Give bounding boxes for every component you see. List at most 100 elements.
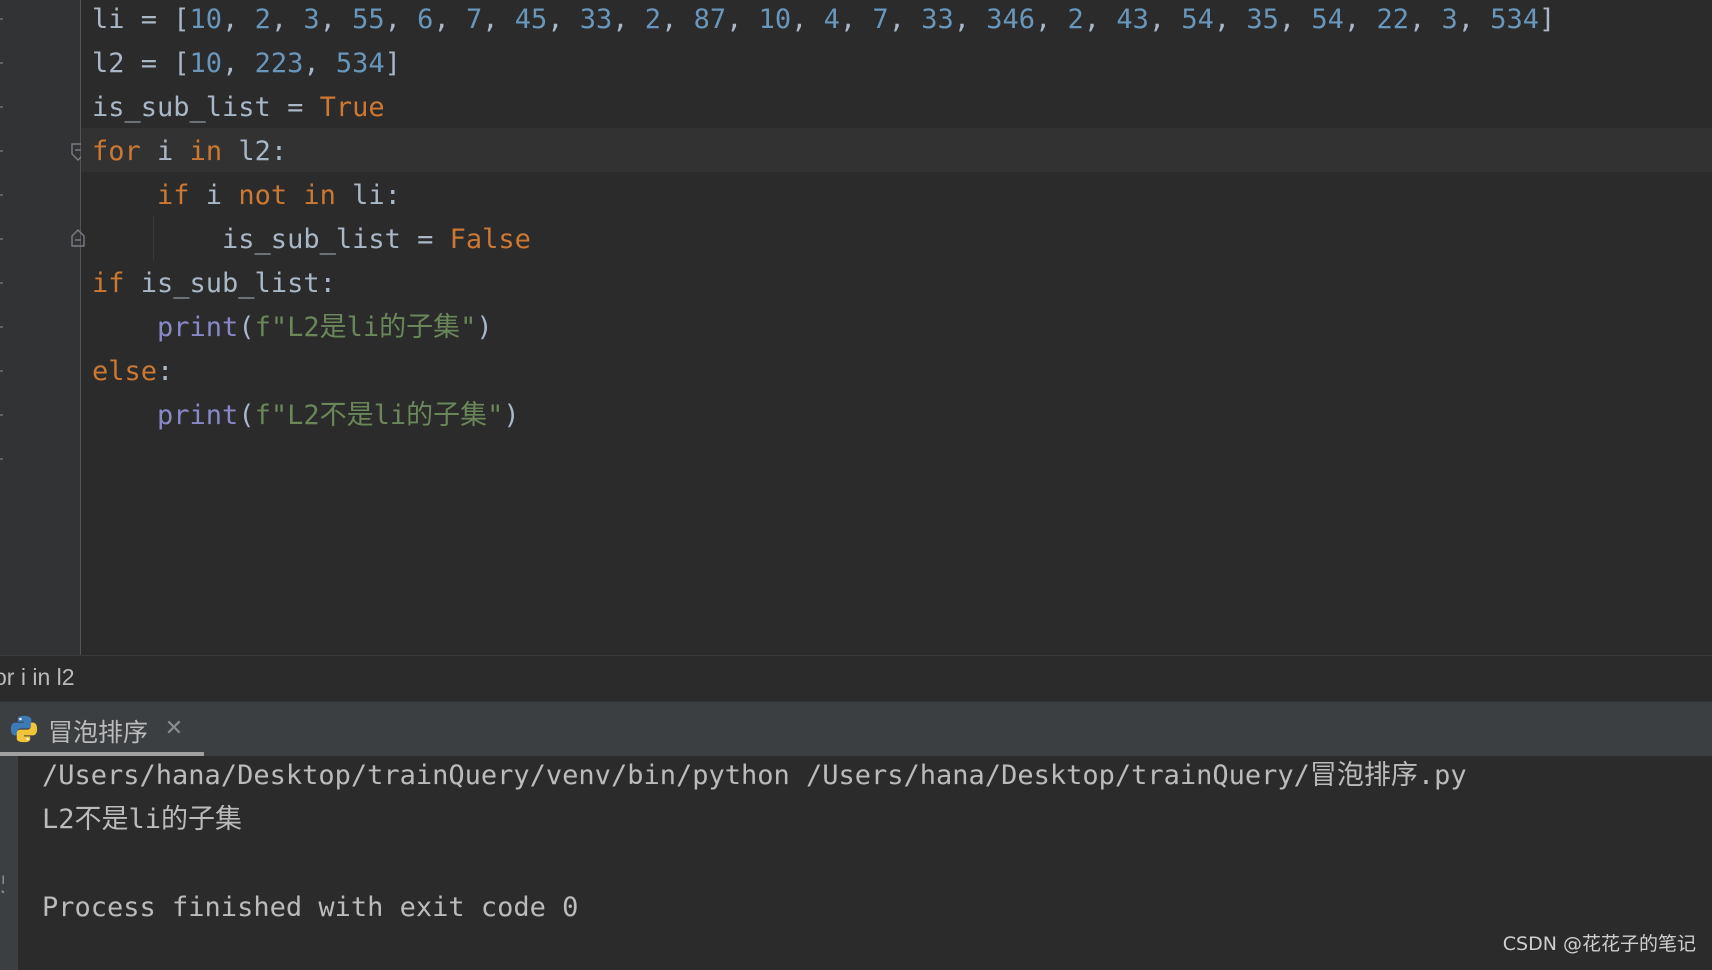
code-token: f"L2是li的子集" bbox=[254, 312, 477, 343]
python-icon bbox=[10, 715, 38, 743]
code-token: 22 bbox=[1376, 4, 1409, 35]
code-token: , bbox=[319, 4, 353, 35]
gutter-tick bbox=[0, 150, 3, 152]
run-tab[interactable]: 冒泡排序 ✕ bbox=[0, 702, 204, 757]
close-icon[interactable]: ✕ bbox=[163, 718, 185, 740]
code-token: ) bbox=[476, 312, 493, 343]
code-token: is_sub_list: bbox=[124, 268, 336, 299]
code-token: , bbox=[839, 4, 873, 35]
code-token: ) bbox=[503, 400, 520, 431]
code-line[interactable]: print(f"L2是li的子集") bbox=[92, 308, 493, 352]
current-line-highlight bbox=[81, 128, 1712, 172]
code-token: 10 bbox=[189, 4, 223, 35]
code-token: 45 bbox=[514, 4, 548, 35]
gutter-tick bbox=[0, 18, 3, 20]
code-token: 223 bbox=[254, 48, 304, 79]
code-token: 2 bbox=[254, 4, 271, 35]
code-token: , bbox=[953, 4, 987, 35]
gutter-tick bbox=[0, 458, 3, 460]
code-token: 33 bbox=[579, 4, 613, 35]
gutter-tick bbox=[0, 326, 3, 328]
code-token: , bbox=[1213, 4, 1247, 35]
code-token: in bbox=[189, 136, 223, 167]
breadcrumb-item[interactable]: or i in l2 bbox=[0, 664, 75, 691]
code-token: is_sub_list = bbox=[92, 224, 450, 255]
code-token: , bbox=[612, 4, 645, 35]
run-console[interactable]: 5 /Users/hana/Desktop/trainQuery/venv/bi… bbox=[0, 756, 1712, 970]
code-line[interactable]: if is_sub_list: bbox=[92, 264, 336, 308]
code-token: if bbox=[92, 268, 125, 299]
gutter-tick bbox=[0, 194, 3, 196]
gutter-tick bbox=[0, 414, 3, 416]
code-token: 33 bbox=[921, 4, 954, 35]
console-gutter-mark: 5 bbox=[0, 874, 4, 896]
code-token: , bbox=[433, 4, 466, 35]
code-token: , bbox=[1083, 4, 1117, 35]
code-token: , bbox=[1457, 4, 1491, 35]
code-token: 7 bbox=[872, 4, 889, 35]
code-token: 346 bbox=[986, 4, 1036, 35]
code-token: f"L2不是li的子集" bbox=[254, 400, 504, 431]
breadcrumb: or i in l2 bbox=[0, 655, 1712, 701]
code-line[interactable]: if i not in li: bbox=[92, 176, 401, 220]
run-tab-label: 冒泡排序 bbox=[48, 718, 149, 747]
code-token: 2 bbox=[1067, 4, 1084, 35]
code-token: ] bbox=[384, 48, 401, 79]
console-line: /Users/hana/Desktop/trainQuery/venv/bin/… bbox=[42, 760, 1467, 791]
ide-window: li = [10, 2, 3, 55, 6, 7, 45, 33, 2, 87,… bbox=[0, 0, 1712, 970]
code-line[interactable]: is_sub_list = False bbox=[92, 220, 531, 264]
code-token: 6 bbox=[417, 4, 434, 35]
code-line[interactable]: l2 = [10, 223, 534] bbox=[92, 44, 401, 88]
code-token: li = [ bbox=[92, 4, 190, 35]
code-editor[interactable]: li = [10, 2, 3, 55, 6, 7, 45, 33, 2, 87,… bbox=[0, 0, 1712, 655]
run-tab-bar: 冒泡排序 ✕ bbox=[0, 701, 1712, 757]
console-line: Process finished with exit code 0 bbox=[42, 892, 579, 923]
code-token: else bbox=[92, 356, 158, 387]
code-token: 3 bbox=[303, 4, 320, 35]
code-token: 4 bbox=[823, 4, 840, 35]
code-token: , bbox=[888, 4, 922, 35]
code-token: : bbox=[157, 356, 174, 387]
editor-gutter[interactable] bbox=[0, 0, 85, 655]
gutter-tick bbox=[0, 370, 3, 372]
code-line[interactable]: print(f"L2不是li的子集") bbox=[92, 396, 520, 440]
code-token: in bbox=[303, 180, 336, 211]
code-token: 87 bbox=[693, 4, 727, 35]
gutter-tick bbox=[0, 106, 3, 108]
code-line[interactable]: li = [10, 2, 3, 55, 6, 7, 45, 33, 2, 87,… bbox=[92, 0, 1555, 44]
code-token: 35 bbox=[1246, 4, 1279, 35]
code-token: 43 bbox=[1116, 4, 1149, 35]
code-token: l2 = [ bbox=[92, 48, 190, 79]
code-token: is_sub_list = bbox=[92, 92, 320, 123]
code-token: print bbox=[157, 400, 239, 431]
gutter-tick bbox=[0, 62, 3, 64]
code-line[interactable]: is_sub_list = True bbox=[92, 88, 385, 132]
code-token: , bbox=[1035, 4, 1068, 35]
code-line[interactable]: else: bbox=[92, 352, 173, 396]
code-token: , bbox=[791, 4, 824, 35]
fold-close-icon[interactable] bbox=[71, 229, 85, 247]
code-token: if bbox=[157, 180, 190, 211]
code-token: for bbox=[92, 136, 141, 167]
code-token: i bbox=[140, 136, 190, 167]
code-token: , bbox=[270, 4, 304, 35]
code-token: False bbox=[449, 224, 531, 255]
code-token: , bbox=[222, 48, 255, 79]
gutter-tick bbox=[0, 282, 3, 284]
code-token: 55 bbox=[352, 4, 385, 35]
code-token: , bbox=[726, 4, 759, 35]
code-token: , bbox=[384, 4, 418, 35]
code-token: 54 bbox=[1181, 4, 1214, 35]
code-token: True bbox=[319, 92, 385, 123]
code-line[interactable]: for i in l2: bbox=[92, 132, 287, 176]
code-token: li: bbox=[335, 180, 401, 211]
code-token: , bbox=[222, 4, 255, 35]
code-token: , bbox=[1148, 4, 1182, 35]
code-token: , bbox=[1278, 4, 1312, 35]
code-token: 54 bbox=[1311, 4, 1344, 35]
code-token: print bbox=[157, 312, 239, 343]
